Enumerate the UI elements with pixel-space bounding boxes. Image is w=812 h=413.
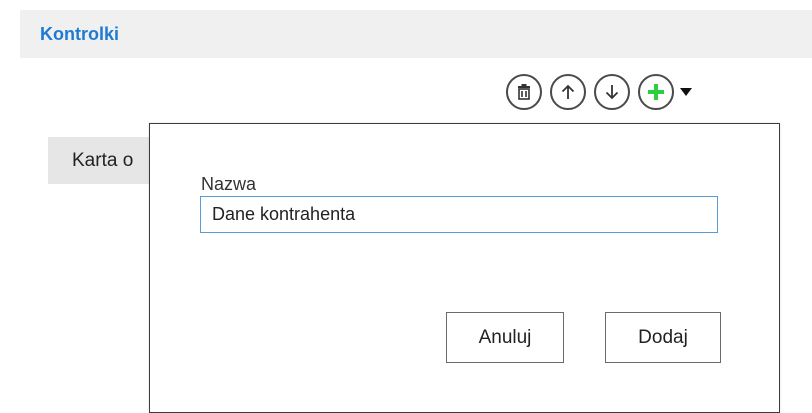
move-down-button[interactable] [594,74,630,110]
add-group [638,74,692,110]
arrow-up-icon [561,84,575,99]
section-header: Kontrolki [20,10,812,58]
section-title: Kontrolki [40,24,119,44]
plus-icon [648,84,664,100]
cancel-button[interactable]: Anuluj [446,312,564,363]
add-control-button[interactable] [638,74,674,110]
add-button[interactable]: Dodaj [605,312,721,363]
move-up-button[interactable] [550,74,586,110]
list-item-label: Karta o [72,150,134,171]
name-field-label: Nazwa [201,174,257,194]
delete-button[interactable] [506,74,542,110]
caret-down-icon[interactable] [680,88,692,96]
trash-icon [518,84,530,100]
name-input[interactable] [200,196,718,233]
controls-toolbar [506,72,692,112]
add-control-dialog: Nazwa Anuluj Dodaj [149,123,780,413]
arrow-down-icon [605,85,619,100]
